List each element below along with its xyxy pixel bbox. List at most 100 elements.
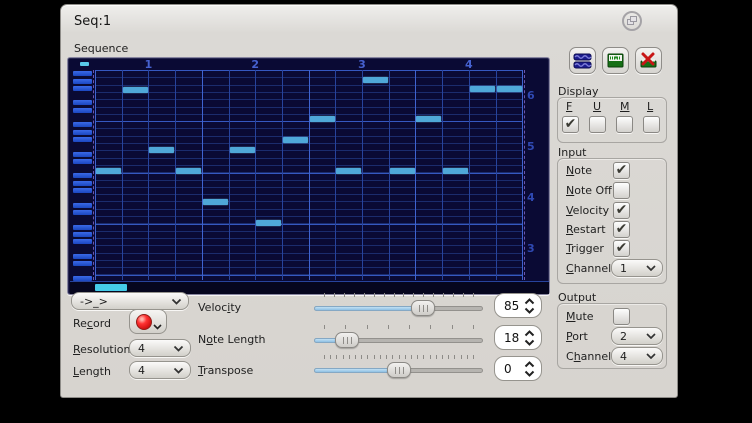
spin-arrows[interactable] — [524, 361, 535, 377]
chevron-down-icon — [646, 265, 656, 271]
slider-tick — [405, 355, 406, 359]
keyboard-mark — [73, 181, 92, 186]
note-bar[interactable] — [310, 116, 335, 122]
input-restart-checkbox[interactable] — [613, 221, 630, 238]
chevron-down-icon[interactable] — [524, 370, 535, 377]
slider-tick — [361, 355, 362, 359]
rename-track-button[interactable] — [602, 47, 629, 74]
length-value: 4 — [130, 364, 173, 377]
input-note-checkbox[interactable] — [613, 162, 630, 179]
display-option-f-label: F — [566, 100, 572, 113]
input-velocity-label: Velocity — [566, 204, 609, 217]
note-bar[interactable] — [96, 168, 121, 174]
slider-tick — [423, 355, 424, 359]
note-bar[interactable] — [443, 168, 468, 174]
note-length-spinbox[interactable]: 18 — [494, 325, 542, 350]
display-m-checkbox[interactable] — [616, 116, 633, 133]
note-bar[interactable] — [470, 86, 495, 92]
note-bar[interactable] — [363, 77, 388, 83]
slider-tick — [367, 355, 368, 359]
output-mute-checkbox[interactable] — [613, 308, 630, 325]
spin-arrows[interactable] — [524, 298, 535, 314]
note-bar[interactable] — [149, 147, 174, 153]
slider-tick — [374, 355, 375, 359]
note-bar[interactable] — [230, 147, 255, 153]
slider-tick — [461, 355, 462, 359]
chevron-up-icon[interactable] — [524, 298, 535, 305]
sequence-section-label: Sequence — [74, 42, 128, 55]
display-u-checkbox[interactable] — [589, 116, 606, 133]
note-length-spin-value: 18 — [495, 331, 524, 345]
output-groupbox: Mute Port 2 Channel 4 — [557, 303, 667, 369]
note-bar[interactable] — [283, 137, 308, 143]
spin-arrows[interactable] — [524, 330, 535, 346]
slider-tick — [411, 355, 412, 359]
note-length-slider[interactable] — [314, 325, 483, 347]
slider-tick — [380, 355, 381, 359]
slider-tick — [336, 355, 337, 359]
duplicate-track-button[interactable] — [569, 47, 596, 74]
grid-step-line — [362, 70, 363, 280]
input-velocity-checkbox[interactable] — [613, 202, 630, 219]
slider-tick — [454, 355, 455, 359]
chevron-down-icon[interactable] — [524, 307, 535, 314]
record-button[interactable] — [129, 309, 167, 334]
note-bar[interactable] — [416, 116, 441, 122]
sequence-grid-frame: 12346543 — [67, 57, 550, 295]
length-combo[interactable]: 4 — [129, 361, 191, 379]
slider-tick — [345, 325, 346, 329]
input-channel-combo[interactable]: 1 — [611, 259, 663, 277]
record-led-icon — [136, 314, 152, 330]
transpose-spinbox[interactable]: 0 — [494, 356, 542, 381]
chevron-down-icon — [173, 345, 184, 352]
note-bar[interactable] — [336, 168, 361, 174]
output-channel-combo[interactable]: 4 — [611, 347, 663, 365]
velocity-slider[interactable] — [314, 293, 483, 315]
output-port-combo[interactable]: 2 — [611, 327, 663, 345]
chevron-down-icon[interactable] — [524, 339, 535, 346]
transpose-slider[interactable] — [314, 355, 483, 377]
length-label: Length — [73, 365, 111, 378]
display-l-checkbox[interactable] — [643, 116, 660, 133]
slider-handle[interactable] — [387, 362, 411, 378]
delete-track-button[interactable] — [635, 47, 662, 74]
slider-tick — [417, 355, 418, 359]
beat-label: 3 — [352, 60, 372, 71]
delete-icon — [639, 51, 658, 70]
display-option-m-label: M — [620, 100, 630, 113]
note-bar[interactable] — [176, 168, 201, 174]
rename-icon — [606, 51, 625, 70]
note-bar[interactable] — [256, 220, 281, 226]
velocity-label: Velocity — [198, 301, 241, 314]
window-menu-icon[interactable] — [622, 11, 642, 31]
output-channel-value: 4 — [612, 350, 646, 363]
note-bar[interactable] — [123, 87, 148, 93]
slider-tick — [413, 293, 414, 297]
grid-step-line — [148, 70, 149, 280]
note-bar[interactable] — [203, 199, 228, 205]
chevron-up-icon[interactable] — [524, 361, 535, 368]
velocity-spin-value: 85 — [495, 299, 524, 313]
note-bar[interactable] — [497, 86, 522, 92]
slider-tick — [473, 355, 474, 359]
input-trigger-label: Trigger — [566, 242, 604, 255]
keyboard-mark — [73, 203, 92, 208]
keyboard-mark — [73, 210, 92, 215]
display-f-checkbox[interactable] — [562, 116, 579, 133]
input-note-off-checkbox[interactable] — [613, 182, 630, 199]
sequence-grid[interactable]: 12346543 — [70, 60, 549, 294]
slider-tick — [436, 355, 437, 359]
slider-handle[interactable] — [411, 300, 435, 316]
octave-label: 3 — [527, 242, 541, 256]
chevron-up-icon[interactable] — [524, 330, 535, 337]
input-trigger-checkbox[interactable] — [613, 240, 630, 257]
resolution-combo[interactable]: 4 — [129, 339, 191, 357]
slider-tick — [399, 355, 400, 359]
loop-mode-combo[interactable]: ->_> — [71, 292, 189, 310]
velocity-spinbox[interactable]: 85 — [494, 293, 542, 318]
note-bar[interactable] — [390, 168, 415, 174]
keyboard-mark — [73, 79, 92, 84]
grid-step-line — [229, 70, 230, 280]
slider-tick — [364, 293, 365, 297]
slider-handle[interactable] — [335, 332, 359, 348]
